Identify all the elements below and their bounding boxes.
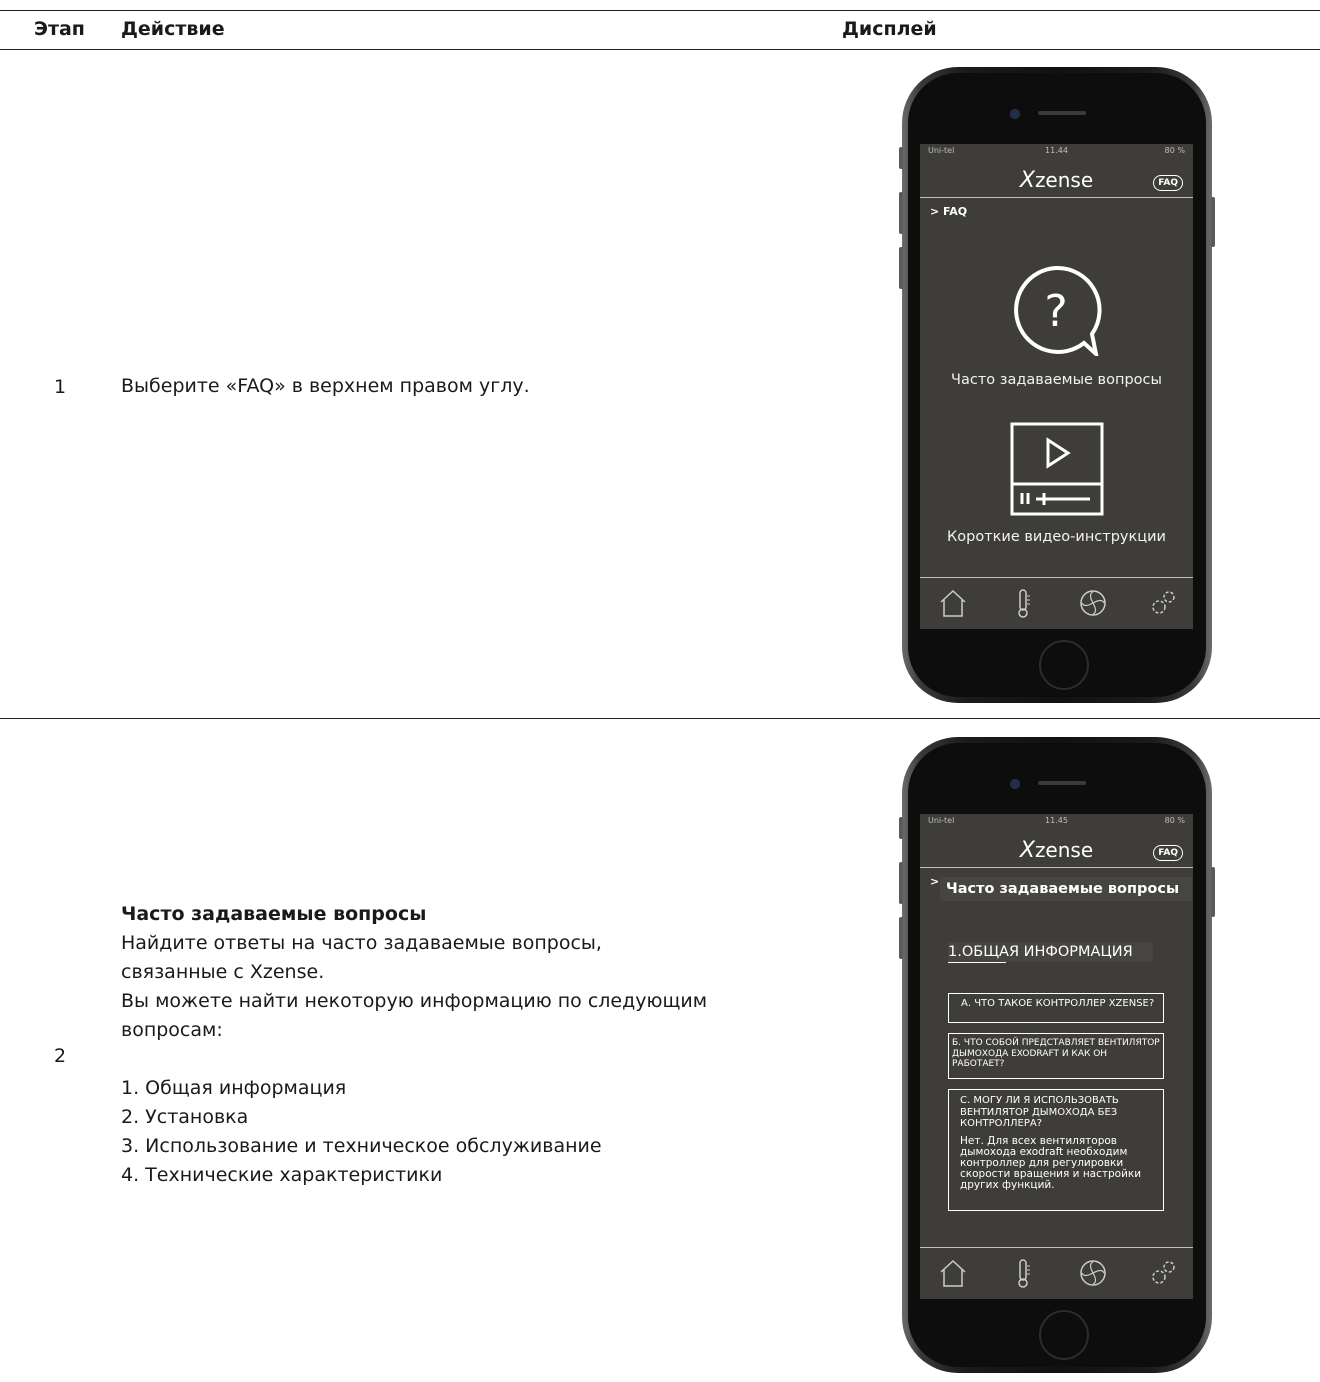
app-screen: Uni-tel 11.44 80 % Xzense FAQ > FAQ ? Ча… xyxy=(920,144,1193,629)
question-bubble-icon[interactable]: ? xyxy=(1010,264,1102,360)
faq-button[interactable]: FAQ xyxy=(1153,175,1183,191)
list-item: 1. Общая информация xyxy=(121,1077,347,1099)
fan-icon[interactable] xyxy=(1078,1258,1108,1288)
home-icon[interactable] xyxy=(938,588,968,618)
col-step-header: Этап xyxy=(34,18,85,40)
tab-bar xyxy=(920,1248,1193,1299)
step-text-line: связанные с Xzense. xyxy=(121,961,325,983)
tab-bar xyxy=(920,578,1193,629)
row-divider xyxy=(0,718,1320,719)
settings-icon[interactable] xyxy=(1148,588,1178,618)
app-screen: Uni-tel 11.45 80 % Xzense FAQ > FAQ Част… xyxy=(920,814,1193,1299)
breadcrumb[interactable]: > FAQ xyxy=(930,205,967,218)
list-item: 4. Технические характеристики xyxy=(121,1164,443,1186)
side-button xyxy=(899,917,903,959)
status-bar: Uni-tel 11.45 80 % xyxy=(920,816,1193,828)
phone-body: Uni-tel 11.45 80 % Xzense FAQ > FAQ Част… xyxy=(908,743,1206,1367)
carrier-label: Uni-tel xyxy=(928,146,955,155)
side-button xyxy=(899,247,903,289)
thermometer-icon[interactable] xyxy=(1008,1258,1038,1288)
phone-mockup: Uni-tel 11.45 80 % Xzense FAQ > FAQ Част… xyxy=(899,737,1215,1373)
step-number: 2 xyxy=(54,1045,67,1067)
status-bar: Uni-tel 11.44 80 % xyxy=(920,146,1193,158)
step-number: 1 xyxy=(54,376,67,398)
side-button xyxy=(899,192,903,234)
phone-mockup: Uni-tel 11.44 80 % Xzense FAQ > FAQ ? Ча… xyxy=(899,67,1215,703)
header-divider xyxy=(920,867,1193,868)
side-button xyxy=(1211,197,1215,247)
fan-icon[interactable] xyxy=(1078,588,1108,618)
battery-label: 80 % xyxy=(1164,146,1185,155)
header-divider xyxy=(920,197,1193,198)
xzense-logo: Xzense xyxy=(1019,168,1094,193)
home-button[interactable] xyxy=(1039,1310,1089,1360)
question-b[interactable]: Б. ЧТО СОБОЙ ПРЕДСТАВЛЯЕТ ВЕНТИЛЯТОР ДЫМ… xyxy=(948,1033,1164,1079)
speaker-grille xyxy=(1038,111,1086,115)
side-button xyxy=(899,862,903,904)
question-c[interactable]: C. МОГУ ЛИ Я ИСПОЛЬЗОВАТЬ ВЕНТИЛЯТОР ДЫМ… xyxy=(948,1089,1164,1211)
phone-body: Uni-tel 11.44 80 % Xzense FAQ > FAQ ? Ча… xyxy=(908,73,1206,697)
clock: 11.44 xyxy=(1045,146,1068,155)
side-button xyxy=(899,147,903,169)
side-button xyxy=(899,817,903,839)
question-a[interactable]: А. ЧТО ТАКОЕ КОНТРОЛЛЕР XZENSE? xyxy=(948,993,1164,1023)
header-rule xyxy=(0,49,1320,50)
carrier-label: Uni-tel xyxy=(928,816,955,825)
home-icon[interactable] xyxy=(938,1258,968,1288)
thermometer-icon[interactable] xyxy=(1008,588,1038,618)
table-top-rule xyxy=(0,10,1320,11)
faq-title: Часто задаваемые вопросы xyxy=(940,877,1192,901)
xzense-logo: Xzense xyxy=(1019,838,1094,863)
video-label[interactable]: Короткие видео-инструкции xyxy=(920,529,1193,545)
battery-label: 80 % xyxy=(1164,816,1185,825)
step-text-line: вопросам: xyxy=(121,1019,223,1041)
home-button[interactable] xyxy=(1039,640,1089,690)
col-action-header: Действие xyxy=(121,18,225,40)
svg-text:?: ? xyxy=(1044,286,1067,337)
video-player-icon[interactable] xyxy=(1010,422,1104,516)
col-display-header: Дисплей xyxy=(842,18,937,40)
list-item: 2. Установка xyxy=(121,1106,249,1128)
settings-icon[interactable] xyxy=(1148,1258,1178,1288)
speaker-grille xyxy=(1038,781,1086,785)
step-text-line: Найдите ответы на часто задаваемые вопро… xyxy=(121,932,602,954)
step-action-block: Часто задаваемые вопросы Найдите ответы … xyxy=(121,900,707,1190)
camera-icon xyxy=(1010,109,1020,119)
answer-text: Нет. Для всех вентиляторов дымохода exod… xyxy=(960,1134,1142,1191)
list-item: 3. Использование и техническое обслужива… xyxy=(121,1135,602,1157)
question-c-text: C. МОГУ ЛИ Я ИСПОЛЬЗОВАТЬ ВЕНТИЛЯТОР ДЫМ… xyxy=(960,1095,1119,1129)
side-button xyxy=(1211,867,1215,917)
clock: 11.45 xyxy=(1045,816,1068,825)
section-heading[interactable]: 1.ОБЩАЯ ИНФОРМАЦИЯ xyxy=(948,942,1153,963)
step-title: Часто задаваемые вопросы xyxy=(121,903,427,925)
camera-icon xyxy=(1010,779,1020,789)
faq-label[interactable]: Часто задаваемые вопросы xyxy=(920,372,1193,388)
step-action-text: Выберите «FAQ» в верхнем правом углу. xyxy=(121,375,530,397)
step-text-line: Вы можете найти некоторую информацию по … xyxy=(121,990,708,1012)
faq-button[interactable]: FAQ xyxy=(1153,845,1183,861)
